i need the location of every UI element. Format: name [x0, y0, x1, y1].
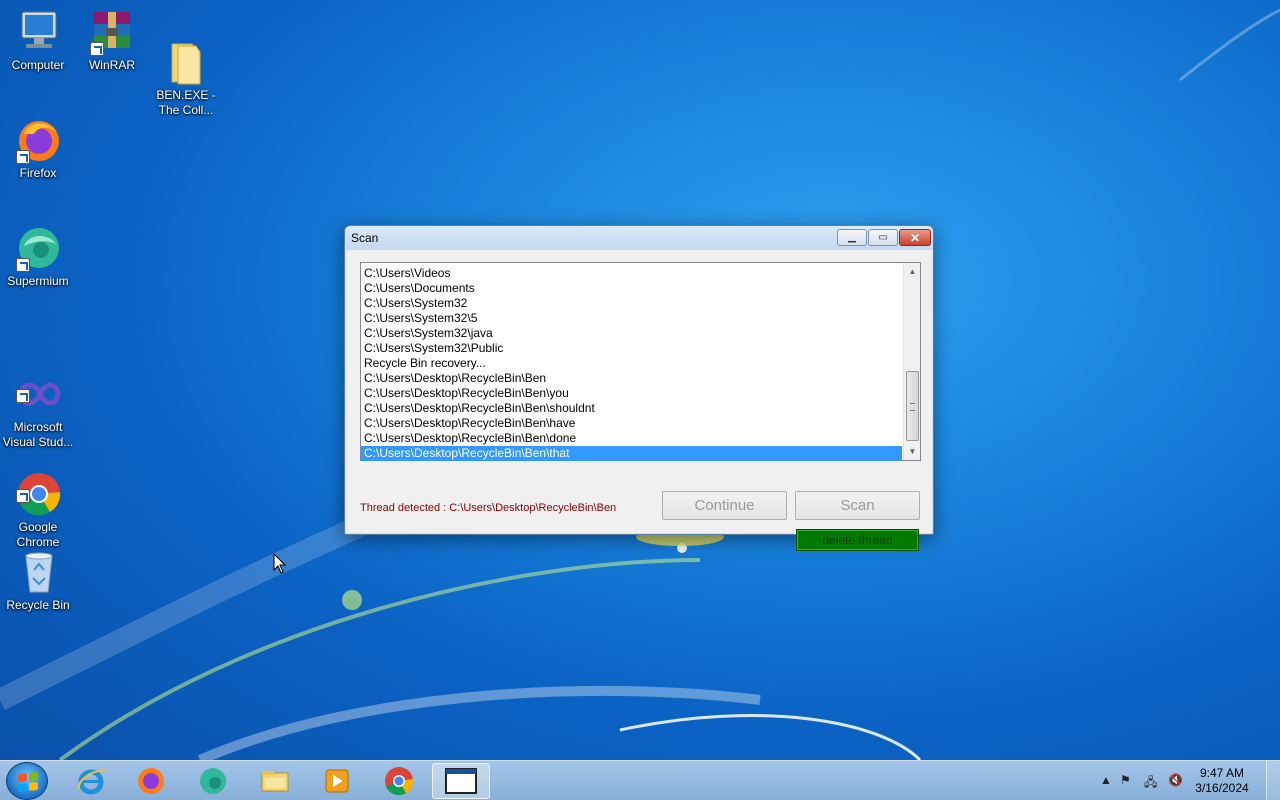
list-item[interactable]: C:\Users\Documents [361, 281, 902, 296]
network-icon[interactable]: 🖧 [1144, 773, 1157, 794]
list-item[interactable]: C:\Users\Desktop\RecycleBin\Ben\have [361, 416, 902, 431]
desktop-icon-firefox[interactable]: Firefox [0, 116, 76, 181]
desktop-icon-google-chrome[interactable]: Google Chrome [0, 440, 76, 565]
supermium-icon [14, 224, 62, 272]
winrar-icon [88, 8, 136, 56]
shortcut-arrow-icon [16, 489, 30, 503]
visual-studio-icon [14, 355, 62, 406]
desktop-icon-label: BEN.EXE - The Coll... [156, 88, 216, 117]
scan-results-list[interactable]: C:\Users\Videos C:\Users\Documents C:\User… [360, 262, 921, 461]
taskbar-internet-explorer[interactable] [62, 763, 120, 799]
taskbar-google-chrome[interactable] [370, 763, 428, 799]
firefox-icon [138, 768, 164, 794]
list-item[interactable]: C:\Users\Desktop\RecycleBin\Ben\that [361, 446, 902, 461]
window-client: C:\Users\Videos C:\Users\Documents C:\User… [346, 250, 932, 551]
list-item[interactable]: C:\Users\Desktop\RecycleBin\Ben [361, 371, 902, 386]
application-window-icon [445, 768, 477, 794]
shortcut-arrow-icon [16, 258, 30, 272]
firefox-icon [14, 116, 62, 164]
internet-explorer-icon [77, 769, 106, 795]
list-item[interactable]: C:\Users\System32\Public [361, 341, 902, 356]
desktop-icon-label: Computer [11, 58, 65, 72]
list-item[interactable]: C:\Users\System32\5 [361, 311, 902, 326]
thread-detected-label: Thread detected : C:\Users\Desktop\Recyc… [360, 502, 617, 514]
window-title: Scan [351, 231, 379, 245]
list-item[interactable]: C:\Users\System32\java [361, 326, 902, 341]
taskbar: ▲ ⚑ 🖧 🔇 9:47 AM 3/16/2024 [0, 760, 1280, 800]
taskbar-media-player[interactable] [308, 763, 366, 799]
maximize-button[interactable]: ▭ [868, 229, 898, 246]
start-button[interactable] [6, 762, 48, 800]
computer-icon [14, 8, 62, 56]
recycle-bin-icon [14, 548, 62, 596]
shortcut-arrow-icon [16, 150, 30, 164]
desktop-icon-label: Google Chrome [16, 520, 60, 549]
chrome-icon [14, 455, 62, 516]
list-item[interactable]: C:\Users\Desktop\RecycleBin\Ben\done [361, 431, 902, 446]
minimize-icon: ▁ [848, 232, 856, 243]
taskbar-firefox[interactable] [122, 763, 180, 799]
list-item[interactable]: Recycle Bin recovery... [361, 356, 902, 371]
show-desktop-button[interactable] [1266, 761, 1280, 800]
desktop-icon-supermium[interactable]: Supermium [0, 224, 76, 289]
desktop-icon-label: Firefox [19, 166, 57, 180]
list-scrollbar[interactable]: ▲ ▼ [903, 263, 920, 460]
volume-muted-icon[interactable]: 🔇 [1168, 773, 1183, 787]
mouse-cursor-icon [273, 552, 287, 580]
desktop-icon-recycle-bin[interactable]: Recycle Bin [0, 548, 76, 613]
shortcut-arrow-icon [90, 42, 104, 56]
windows-logo-icon [18, 771, 38, 793]
scan-window[interactable]: Scan ▁ ▭ ✕ C:\Users\Videos C:\Users\Docum… [344, 225, 934, 551]
shortcut-arrow-icon [16, 389, 30, 403]
desktop-icon-ben-exe[interactable]: BEN.EXE - The Coll... [148, 8, 224, 133]
scroll-up-icon[interactable]: ▲ [904, 263, 921, 280]
list-item[interactable]: C:\Users\Desktop\RecycleBin\Ben\shouldnt [361, 401, 902, 416]
desktop-icon-label: Supermium [7, 274, 69, 288]
taskbar-scan-window[interactable] [432, 763, 490, 799]
scroll-thumb[interactable] [906, 371, 919, 441]
maximize-icon: ▭ [878, 232, 888, 243]
close-icon: ✕ [909, 230, 921, 245]
taskbar-supermium[interactable] [184, 763, 242, 799]
desktop-icon-winrar[interactable]: WinRAR [74, 8, 150, 73]
taskbar-file-explorer[interactable] [246, 763, 304, 799]
action-center-flag-icon[interactable]: ⚑ [1120, 773, 1131, 787]
taskbar-clock[interactable]: 9:47 AM 3/16/2024 [1192, 766, 1252, 796]
clock-time: 9:47 AM [1199, 766, 1245, 780]
minimize-button[interactable]: ▁ [837, 229, 867, 246]
chrome-icon [385, 767, 414, 796]
desktop-icon-label: WinRAR [88, 58, 135, 72]
clock-date: 3/16/2024 [1195, 781, 1249, 795]
continue-button[interactable]: Continue [662, 491, 787, 520]
file-explorer-icon [261, 771, 289, 792]
desktop-icon-label: Recycle Bin [6, 598, 70, 612]
list-item[interactable]: C:\Users\Desktop\RecycleBin\Ben\you [361, 386, 902, 401]
scan-button[interactable]: Scan [795, 491, 920, 520]
list-item[interactable]: C:\Users\System32 [361, 296, 902, 311]
window-titlebar[interactable]: Scan ▁ ▭ ✕ [345, 226, 933, 250]
system-tray: ▲ ⚑ 🖧 🔇 9:47 AM 3/16/2024 [1090, 761, 1280, 800]
close-button[interactable]: ✕ [899, 229, 931, 246]
supermium-icon [200, 768, 226, 794]
desktop-icon-computer[interactable]: Computer [0, 8, 76, 73]
show-hidden-icons-icon[interactable]: ▲ [1100, 773, 1112, 787]
media-player-icon [325, 769, 349, 793]
folder-icon [162, 23, 210, 85]
list-item[interactable]: C:\Users\Videos [361, 266, 902, 281]
delete-thread-button[interactable]: delete thread [796, 529, 919, 551]
scroll-down-icon[interactable]: ▼ [904, 443, 921, 460]
